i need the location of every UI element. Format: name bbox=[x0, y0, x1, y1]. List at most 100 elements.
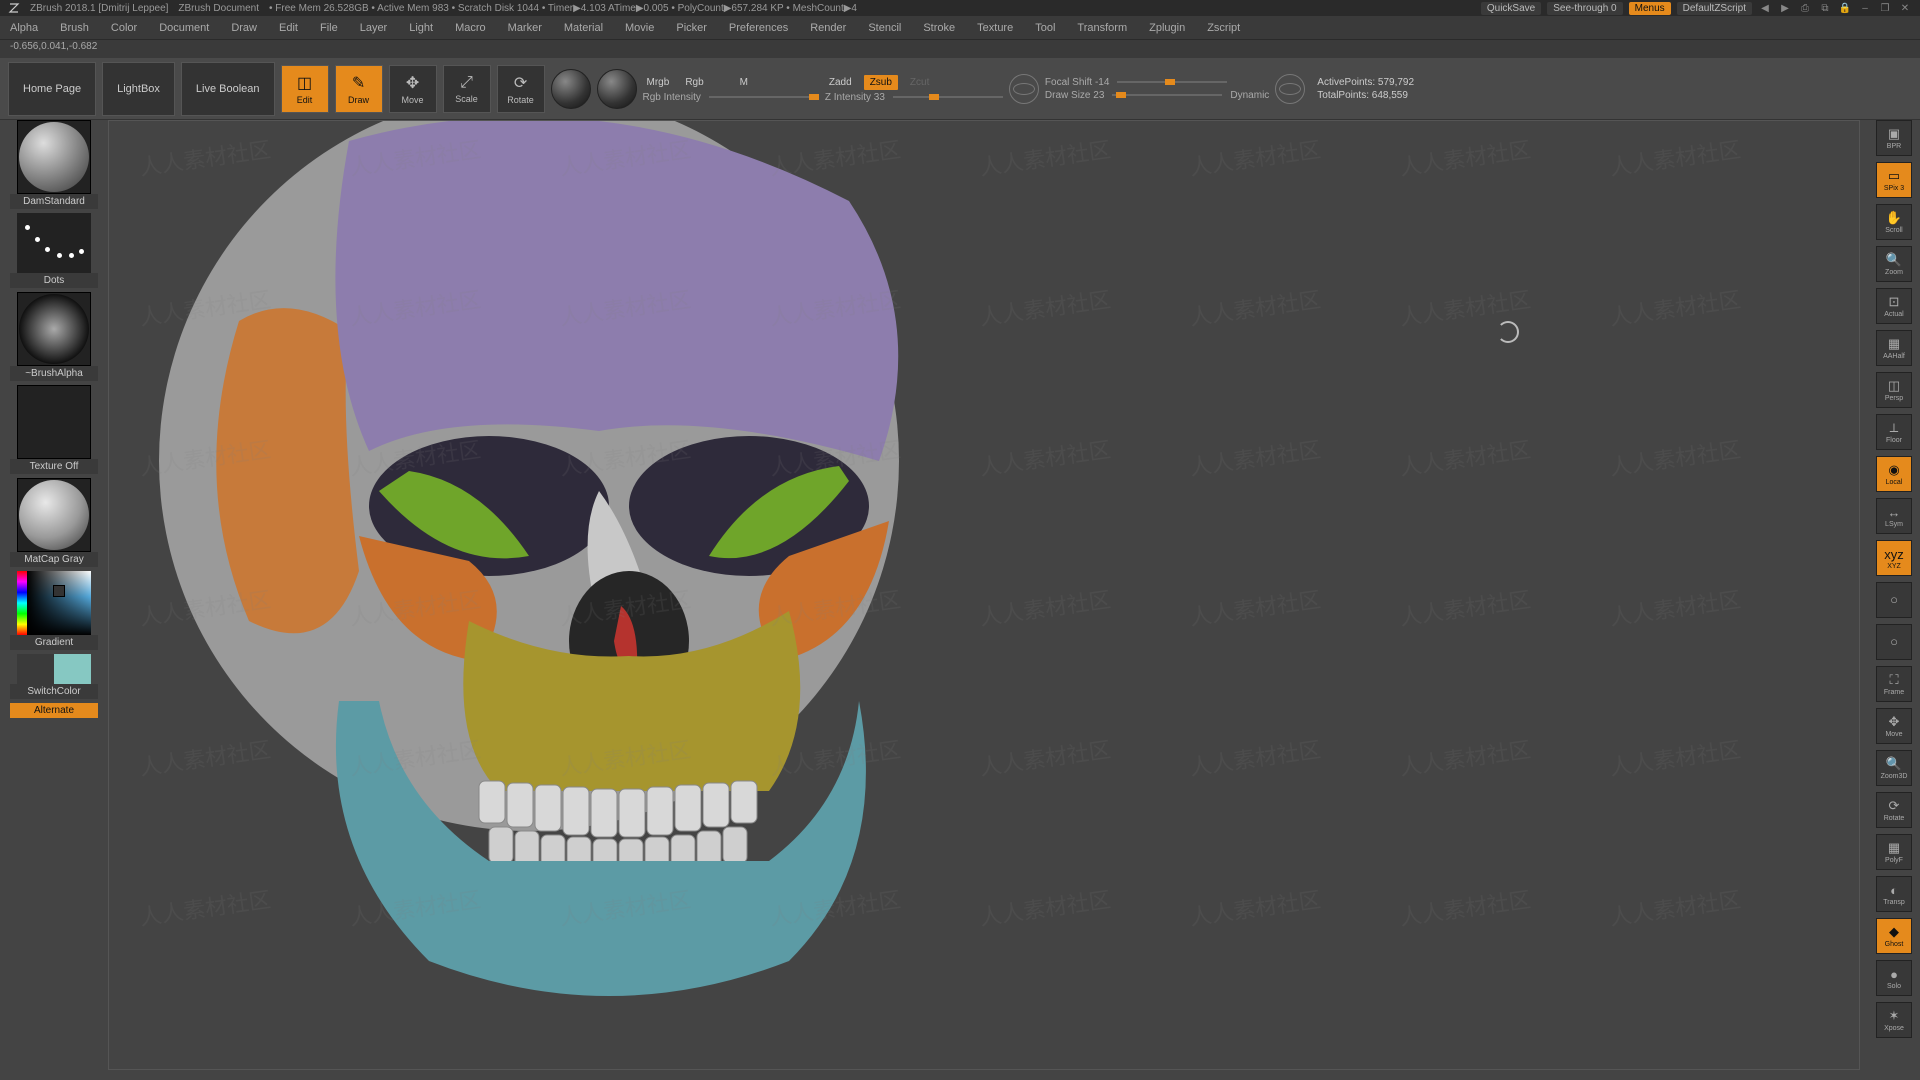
minimize-icon[interactable]: – bbox=[1858, 1, 1872, 15]
gyro-icon[interactable] bbox=[1009, 74, 1039, 104]
menu-item-draw[interactable]: Draw bbox=[231, 22, 257, 34]
material-preview-icon[interactable] bbox=[597, 69, 637, 109]
menu-item-alpha[interactable]: Alpha bbox=[10, 22, 38, 34]
rightbar-blank-12[interactable]: ○ bbox=[1876, 624, 1912, 660]
viewport[interactable]: 人人素材社区人人素材社区人人素材社区人人素材社区人人素材社区人人素材社区人人素材… bbox=[108, 120, 1860, 1070]
perspective-gizmo-icon[interactable] bbox=[1275, 74, 1305, 104]
scale-mode-button[interactable]: ⤢Scale bbox=[443, 65, 491, 113]
Floor-icon: ⟂ bbox=[1890, 420, 1899, 436]
lock-icon[interactable]: 🔒 bbox=[1838, 1, 1852, 15]
rightbar-bpr[interactable]: ▣BPR bbox=[1876, 120, 1912, 156]
rightbar-lsym[interactable]: ↔LSym bbox=[1876, 498, 1912, 534]
menu-item-zscript[interactable]: Zscript bbox=[1207, 22, 1240, 34]
quicksave-button[interactable]: QuickSave bbox=[1481, 2, 1541, 15]
move-mode-button[interactable]: ✥Move bbox=[389, 65, 437, 113]
z-intensity-label[interactable]: Z Intensity 33 bbox=[825, 92, 885, 103]
texture-picker[interactable]: Texture Off bbox=[10, 385, 98, 474]
draw-size-label[interactable]: Draw Size 23 bbox=[1045, 90, 1104, 101]
rightbar-ghost[interactable]: ◆Ghost bbox=[1876, 918, 1912, 954]
draw-size-slider[interactable] bbox=[1112, 94, 1222, 96]
edit-mode-button[interactable]: ◫Edit bbox=[281, 65, 329, 113]
stroke-picker[interactable]: Dots bbox=[10, 213, 98, 288]
menu-item-transform[interactable]: Transform bbox=[1077, 22, 1127, 34]
mrgb-toggle[interactable]: Mrgb bbox=[643, 75, 674, 90]
Xpose-icon: ✶ bbox=[1889, 1008, 1900, 1024]
watermark-text: 人人素材社区 bbox=[1607, 132, 1742, 182]
menu-item-edit[interactable]: Edit bbox=[279, 22, 298, 34]
menu-item-texture[interactable]: Texture bbox=[977, 22, 1013, 34]
close-icon[interactable]: ✕ bbox=[1898, 1, 1912, 15]
rightbar-floor[interactable]: ⟂Floor bbox=[1876, 414, 1912, 450]
dup-window-icon[interactable]: ⧉ bbox=[1818, 1, 1832, 15]
rightbar-persp[interactable]: ◫Persp bbox=[1876, 372, 1912, 408]
menu-item-file[interactable]: File bbox=[320, 22, 338, 34]
color-picker[interactable]: Gradient bbox=[10, 571, 98, 650]
zsub-toggle[interactable]: Zsub bbox=[864, 75, 898, 90]
Zoom3D-icon: 🔍 bbox=[1886, 756, 1902, 772]
menu-item-preferences[interactable]: Preferences bbox=[729, 22, 788, 34]
rightbar-local[interactable]: ◉Local bbox=[1876, 456, 1912, 492]
rightbar-frame[interactable]: ⛶Frame bbox=[1876, 666, 1912, 702]
zcut-toggle[interactable]: Zcut bbox=[906, 75, 933, 90]
live-boolean-button[interactable]: Live Boolean bbox=[181, 62, 275, 116]
menu-item-movie[interactable]: Movie bbox=[625, 22, 654, 34]
menu-item-document[interactable]: Document bbox=[159, 22, 209, 34]
rgb-intensity-slider[interactable] bbox=[709, 96, 819, 98]
menu-item-brush[interactable]: Brush bbox=[60, 22, 89, 34]
rgb-toggle[interactable]: Rgb bbox=[681, 75, 707, 90]
rightbar-aahalf[interactable]: ▦AAHalf bbox=[1876, 330, 1912, 366]
sculptris-pro-icon[interactable] bbox=[551, 69, 591, 109]
dynamic-toggle[interactable]: Dynamic bbox=[1230, 90, 1269, 101]
focal-shift-slider[interactable] bbox=[1117, 81, 1227, 83]
switch-color[interactable]: SwitchColor bbox=[10, 654, 98, 699]
m-toggle[interactable]: M bbox=[736, 75, 752, 90]
rightbar-zoom3d[interactable]: 🔍Zoom3D bbox=[1876, 750, 1912, 786]
brush-picker[interactable]: DamStandard bbox=[10, 120, 98, 209]
material-picker[interactable]: MatCap Gray bbox=[10, 478, 98, 567]
focal-shift-label[interactable]: Focal Shift -14 bbox=[1045, 77, 1109, 88]
menu-item-stroke[interactable]: Stroke bbox=[923, 22, 955, 34]
rightbar-spix-3[interactable]: ▭SPix 3 bbox=[1876, 162, 1912, 198]
rightbar-polyf[interactable]: ▦PolyF bbox=[1876, 834, 1912, 870]
menu-item-stencil[interactable]: Stencil bbox=[868, 22, 901, 34]
menu-item-light[interactable]: Light bbox=[409, 22, 433, 34]
menu-item-macro[interactable]: Macro bbox=[455, 22, 486, 34]
rightbar-transp[interactable]: ◐Transp bbox=[1876, 876, 1912, 912]
menu-item-zplugin[interactable]: Zplugin bbox=[1149, 22, 1185, 34]
arrow-left-icon[interactable]: ◀ bbox=[1758, 1, 1772, 15]
home-page-button[interactable]: Home Page bbox=[8, 62, 96, 116]
menu-item-marker[interactable]: Marker bbox=[508, 22, 542, 34]
alternate-button[interactable]: Alternate bbox=[10, 703, 98, 718]
pin-icon[interactable]: ⎙ bbox=[1798, 1, 1812, 15]
seethrough-slider[interactable]: See-through 0 bbox=[1547, 2, 1622, 15]
watermark-text: 人人素材社区 bbox=[1397, 582, 1532, 632]
menu-item-layer[interactable]: Layer bbox=[360, 22, 388, 34]
rightbar-xpose[interactable]: ✶Xpose bbox=[1876, 1002, 1912, 1038]
menu-item-color[interactable]: Color bbox=[111, 22, 137, 34]
rightbar-zoom[interactable]: 🔍Zoom bbox=[1876, 246, 1912, 282]
rightbar-scroll[interactable]: ✋Scroll bbox=[1876, 204, 1912, 240]
menu-item-material[interactable]: Material bbox=[564, 22, 603, 34]
lightbox-button[interactable]: LightBox bbox=[102, 62, 175, 116]
rgb-intensity-label[interactable]: Rgb Intensity bbox=[643, 92, 701, 103]
rightbar-xyz[interactable]: xyzXYZ bbox=[1876, 540, 1912, 576]
alpha-picker[interactable]: ~BrushAlpha bbox=[10, 292, 98, 381]
menu-item-tool[interactable]: Tool bbox=[1035, 22, 1055, 34]
draw-mode-button[interactable]: ✎Draw bbox=[335, 65, 383, 113]
rightbar-rotate[interactable]: ⟳Rotate bbox=[1876, 792, 1912, 828]
z-intensity-slider[interactable] bbox=[893, 96, 1003, 98]
menu-item-render[interactable]: Render bbox=[810, 22, 846, 34]
rightbar-actual[interactable]: ⊡Actual bbox=[1876, 288, 1912, 324]
menus-button[interactable]: Menus bbox=[1629, 2, 1671, 15]
rotate-mode-button[interactable]: ⟳Rotate bbox=[497, 65, 545, 113]
rightbar-move[interactable]: ✥Move bbox=[1876, 708, 1912, 744]
menu-item-picker[interactable]: Picker bbox=[676, 22, 707, 34]
rightbar-solo[interactable]: ●Solo bbox=[1876, 960, 1912, 996]
default-zscript[interactable]: DefaultZScript bbox=[1677, 2, 1752, 15]
Move-icon: ✥ bbox=[1889, 714, 1900, 730]
rightbar-blank-11[interactable]: ○ bbox=[1876, 582, 1912, 618]
restore-icon[interactable]: ❐ bbox=[1878, 1, 1892, 15]
skull-model bbox=[149, 120, 1049, 1001]
arrow-right-icon[interactable]: ▶ bbox=[1778, 1, 1792, 15]
zadd-toggle[interactable]: Zadd bbox=[825, 75, 856, 90]
